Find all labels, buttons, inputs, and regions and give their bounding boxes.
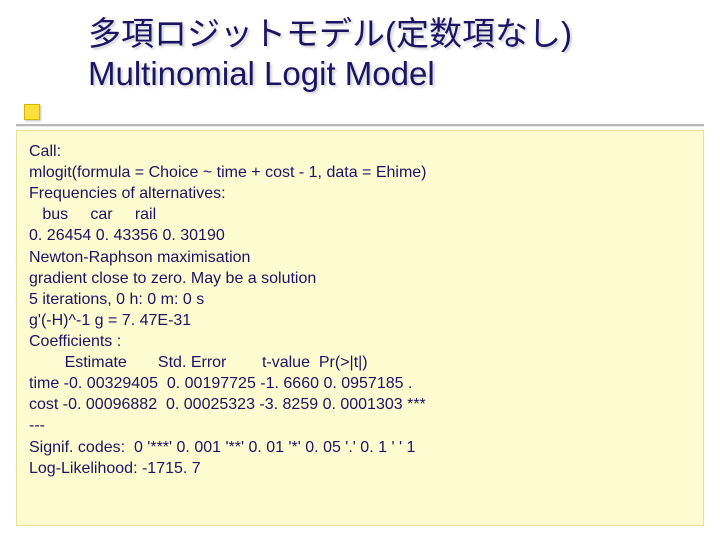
out-freq-label: Frequencies of alternatives: [29,183,691,204]
slide-title: 多項ロジットモデル(定数項なし) Multinomial Logit Model [88,14,704,95]
accent-square-icon [24,104,40,120]
title-underline [16,124,704,126]
out-signif: Signif. codes: 0 '***' 0. 001 '**' 0. 01… [29,437,691,458]
out-call: mlogit(formula = Choice ~ time + cost - … [29,162,691,183]
out-freq-header: bus car rail [29,204,691,225]
out-coef-header: Estimate Std. Error t-value Pr(>|t|) [29,352,691,373]
out-coef-cost: cost -0. 00096882 0. 00025323 -3. 8259 0… [29,394,691,415]
code-output-panel: Call:mlogit(formula = Choice ~ time + co… [16,130,704,526]
out-freq-values: 0. 26454 0. 43356 0. 30190 [29,225,691,246]
title-en: Multinomial Logit Model [88,54,704,94]
slide: 多項ロジットモデル(定数項なし) Multinomial Logit Model… [0,0,720,540]
out-optim: Newton-Raphson maximisation [29,247,691,268]
out-gprime: g'(-H)^-1 g = 7. 47E-31 [29,310,691,331]
out-coef-label: Coefficients : [29,331,691,352]
out-iters: 5 iterations, 0 h: 0 m: 0 s [29,289,691,310]
out-loglik: Log-Likelihood: -1715. 7 [29,458,691,479]
out-coef-time: time -0. 00329405 0. 00197725 -1. 6660 0… [29,373,691,394]
out-call-label: Call: [29,141,691,162]
out-grad: gradient close to zero. May be a solutio… [29,268,691,289]
out-dash: --- [29,415,691,436]
title-jp: 多項ロジットモデル(定数項なし) [88,15,572,52]
